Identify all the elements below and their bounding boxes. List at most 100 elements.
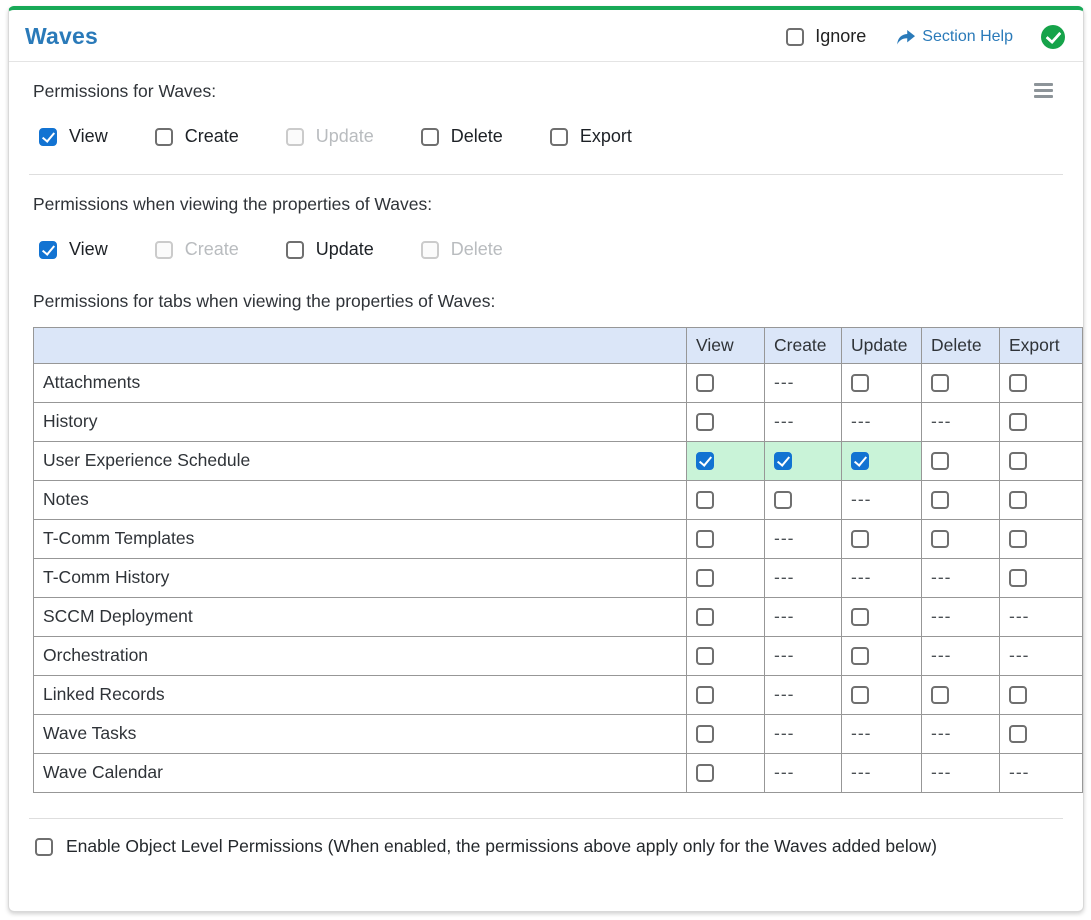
not-applicable-cell-delete: --- [921, 636, 1000, 676]
permission-cell-view [686, 714, 765, 754]
section-complete-check-icon [1041, 24, 1065, 49]
row-checkbox-view[interactable] [696, 608, 714, 627]
permission-cell-update [841, 597, 922, 637]
not-applicable-cell-create: --- [764, 519, 842, 559]
column-header-tab-name [33, 327, 687, 364]
tab-name-cell: SCCM Deployment [33, 597, 687, 637]
not-applicable-cell-create: --- [764, 636, 842, 676]
row-checkbox-update[interactable] [851, 452, 869, 471]
main-option-create: Create [154, 126, 239, 147]
permission-cell-export [999, 558, 1083, 598]
permission-cell-export [999, 675, 1083, 715]
permission-cell-view [686, 519, 765, 559]
row-checkbox-update[interactable] [851, 530, 869, 549]
row-checkbox-delete[interactable] [931, 374, 949, 393]
row-checkbox-export[interactable] [1009, 725, 1027, 744]
object-level-permissions-checkbox[interactable] [35, 837, 53, 856]
waves-permissions-card: Waves Ignore Section Help Permissions fo… [8, 6, 1084, 912]
not-applicable-cell-create: --- [764, 597, 842, 637]
main-checkbox-create[interactable] [154, 127, 173, 146]
main-checkbox-view[interactable] [39, 127, 57, 146]
row-checkbox-export[interactable] [1009, 452, 1027, 471]
main-option-delete: Delete [420, 126, 503, 147]
table-row: Notes --- [33, 480, 1083, 520]
column-header-export: Export [999, 327, 1083, 364]
main-permissions-header: Permissions for Waves: [25, 81, 1067, 102]
row-checkbox-export[interactable] [1009, 491, 1027, 510]
row-checkbox-update[interactable] [851, 374, 869, 393]
main-checkbox-delete[interactable] [420, 127, 439, 146]
tab-name-cell: Wave Tasks [33, 714, 687, 754]
tab-name-cell: User Experience Schedule [33, 441, 687, 481]
row-checkbox-view[interactable] [696, 530, 714, 549]
row-checkbox-delete[interactable] [931, 491, 949, 510]
permission-cell-view [686, 402, 765, 442]
properties-label-view: View [69, 239, 108, 259]
properties-checkbox-view[interactable] [39, 240, 57, 259]
tab-name-cell: Attachments [33, 363, 687, 403]
row-checkbox-view[interactable] [696, 686, 714, 705]
table-row: Orchestration --- --- --- [33, 636, 1083, 676]
row-checkbox-view[interactable] [696, 647, 714, 666]
row-checkbox-view[interactable] [696, 725, 714, 744]
permission-cell-update [841, 519, 922, 559]
main-checkbox-update [285, 127, 304, 146]
column-header-view: View [686, 327, 765, 364]
row-checkbox-export[interactable] [1009, 530, 1027, 549]
not-applicable-cell-update: --- [841, 558, 922, 598]
tab-permissions-table: View Create Update Delete Export Attachments… [33, 327, 1083, 793]
properties-option-create: Create [154, 239, 239, 260]
not-applicable-cell-create: --- [764, 714, 842, 754]
menu-icon[interactable] [1034, 81, 1053, 101]
properties-label-create: Create [184, 239, 239, 259]
row-checkbox-view[interactable] [696, 491, 714, 510]
permission-cell-view [686, 753, 765, 793]
row-checkbox-create[interactable] [774, 491, 792, 510]
row-checkbox-view[interactable] [696, 764, 714, 783]
row-checkbox-export[interactable] [1009, 686, 1027, 705]
properties-checkbox-update[interactable] [285, 240, 304, 259]
row-checkbox-delete[interactable] [931, 686, 949, 705]
row-checkbox-update[interactable] [851, 686, 869, 705]
column-header-delete: Delete [921, 327, 1000, 364]
row-checkbox-export[interactable] [1009, 413, 1027, 432]
column-header-create: Create [764, 327, 842, 364]
card-header: Waves Ignore Section Help [9, 10, 1083, 62]
tab-name-cell: Wave Calendar [33, 753, 687, 793]
row-checkbox-view[interactable] [696, 374, 714, 393]
properties-checkbox-delete [420, 240, 439, 259]
row-checkbox-delete[interactable] [931, 452, 949, 471]
properties-label-delete: Delete [450, 239, 503, 259]
not-applicable-cell-export: --- [999, 597, 1083, 637]
section-help-link[interactable]: Section Help [896, 28, 1013, 46]
tab-name-cell: History [33, 402, 687, 442]
not-applicable-cell-update: --- [841, 753, 922, 793]
object-level-permissions-control: Enable Object Level Permissions (When en… [25, 836, 1067, 857]
header-controls: Ignore Section Help [786, 24, 1065, 49]
row-checkbox-update[interactable] [851, 647, 869, 666]
row-checkbox-export[interactable] [1009, 374, 1027, 393]
row-checkbox-export[interactable] [1009, 569, 1027, 588]
tabs-permissions-label: Permissions for tabs when viewing the pr… [33, 291, 496, 311]
permission-cell-export [999, 363, 1083, 403]
row-checkbox-delete[interactable] [931, 530, 949, 549]
permission-cell-export [999, 480, 1083, 520]
permission-cell-view [686, 480, 765, 520]
properties-permissions-label: Permissions when viewing the properties … [33, 194, 433, 214]
permission-cell-export [999, 441, 1083, 481]
table-row: T-Comm History --- --- --- [33, 558, 1083, 598]
row-checkbox-view[interactable] [696, 413, 714, 432]
row-checkbox-view[interactable] [696, 569, 714, 588]
main-label-view: View [69, 126, 108, 146]
table-row: Wave Calendar --- --- --- --- [33, 753, 1083, 793]
main-option-update: Update [285, 126, 374, 147]
row-checkbox-create[interactable] [774, 452, 792, 471]
permission-cell-update [841, 636, 922, 676]
row-checkbox-update[interactable] [851, 608, 869, 627]
main-checkbox-export[interactable] [549, 127, 568, 146]
not-applicable-cell-create: --- [764, 558, 842, 598]
properties-option-view: View [39, 239, 108, 260]
row-checkbox-view[interactable] [696, 452, 714, 471]
ignore-control: Ignore [786, 26, 866, 47]
ignore-checkbox[interactable] [786, 27, 805, 46]
